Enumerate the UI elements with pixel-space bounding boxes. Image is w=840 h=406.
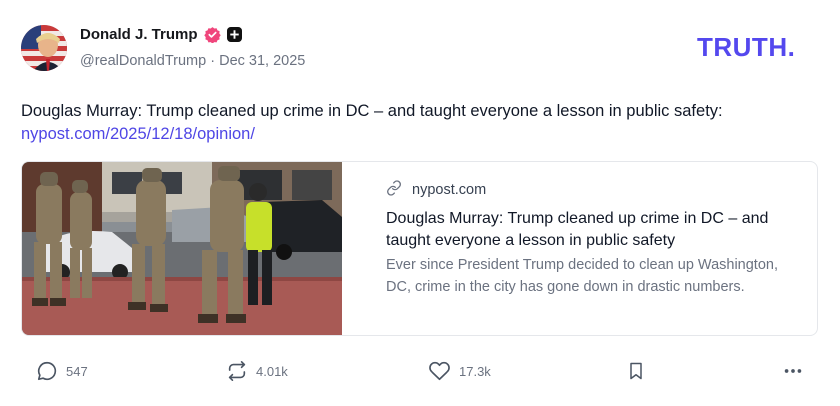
truth-social-logo[interactable]: TRUTH. [697, 33, 819, 61]
post-text: Douglas Murray: Trump cleaned up crime i… [21, 102, 723, 120]
plus-badge-icon [226, 27, 242, 42]
author-avatar[interactable] [21, 25, 67, 71]
link-preview-card[interactable]: nypost.com Douglas Murray: Trump cleaned… [21, 161, 818, 336]
bookmark-button[interactable] [626, 357, 646, 385]
more-options-button[interactable] [782, 357, 804, 385]
link-card-domain: nypost.com [412, 182, 487, 198]
author-display-name[interactable]: Donald J. Trump [80, 26, 198, 43]
logo-text: TRUTH. [697, 33, 795, 61]
like-count: 17.3k [459, 363, 491, 379]
post-action-bar: 547 4.01k 17.3k [0, 357, 840, 387]
retruth-button[interactable]: 4.01k [226, 357, 288, 385]
avatar-image [21, 25, 67, 71]
more-icon [782, 360, 804, 382]
post-link[interactable]: nypost.com/2025/12/18/opinion/ [21, 123, 255, 146]
retruth-icon [226, 360, 248, 382]
link-preview-image [22, 162, 342, 335]
author-handle[interactable]: @realDonaldTrump [80, 53, 206, 69]
verified-icon [203, 26, 221, 44]
like-button[interactable]: 17.3k [428, 357, 491, 385]
reply-icon [36, 360, 58, 382]
handle-date-separator: · [210, 53, 216, 69]
like-icon [428, 360, 451, 382]
retruth-count: 4.01k [256, 363, 288, 379]
reply-count: 547 [66, 363, 88, 379]
bookmark-icon [626, 360, 646, 382]
link-icon [386, 180, 402, 200]
link-card-title: Douglas Murray: Trump cleaned up crime i… [386, 210, 769, 249]
reply-button[interactable]: 547 [36, 357, 88, 385]
post-date[interactable]: Dec 31, 2025 [219, 53, 305, 69]
link-card-description: Ever since President Trump decided to cl… [386, 257, 778, 295]
